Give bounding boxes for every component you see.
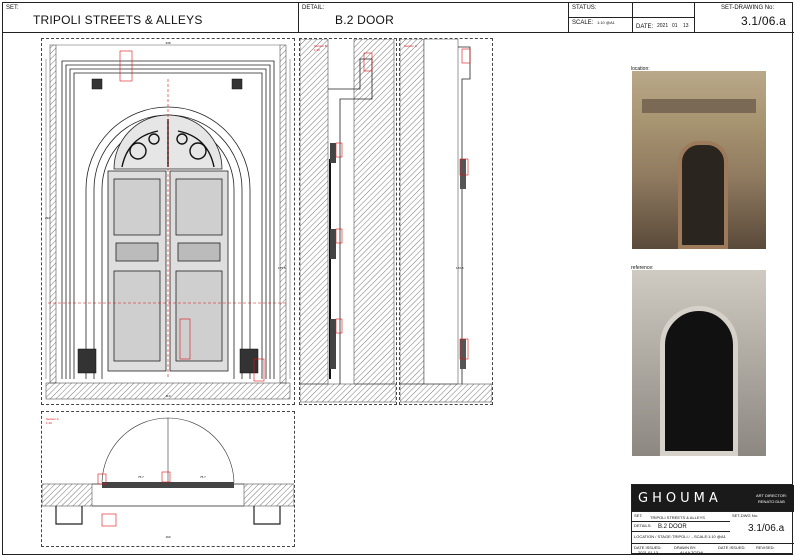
art-director-value: RENATO DIAB	[758, 499, 785, 504]
date-cell: DATE: 2021 01 13	[633, 18, 695, 33]
dim-right-height: 175.5	[278, 266, 286, 270]
date-month: 01	[672, 23, 678, 29]
section-a-panel: Section A 1:10 75.7 75.7 160	[41, 411, 295, 547]
status-label: STATUS:	[572, 5, 597, 11]
section-a-dim-bottom: 160	[165, 535, 170, 539]
logo-band: GHOUMA ART DIRECTOR: RENATO DIAB	[632, 485, 794, 511]
stamp-scale-value: 1:10 @A1	[708, 534, 726, 539]
drawing-cell: SET-DRAWING No: 3.1/06.a	[695, 3, 794, 33]
set-value: TRIPOLI STREETS & ALLEYS	[33, 13, 203, 27]
date-label: DATE:	[636, 24, 654, 30]
logo-wordmark: GHOUMA	[638, 491, 722, 506]
section-c-dim: 170.5	[456, 266, 464, 270]
location-photo	[632, 71, 766, 249]
detail-value: B.2 DOOR	[335, 13, 394, 27]
section-a-drawing: Section A 1:10 75.7 75.7 160	[41, 417, 295, 539]
date-year: 2021	[657, 23, 669, 29]
stamp-location-value: TRIPOLI / ...	[672, 534, 695, 539]
drawing-sheet: SET: TRIPOLI STREETS & ALLEYS DETAIL: B.…	[2, 2, 794, 555]
date-day: 13	[683, 23, 689, 29]
stamp-bottom-row: DATE ISSUED: 2021.01.13 DRAWN BY: ALAA T…	[632, 543, 794, 555]
reference-photo-door	[660, 306, 738, 456]
location-photo-balcony	[642, 99, 756, 113]
stamp-details-value: B.2 DOOR	[658, 524, 687, 530]
section-c-label: Section C	[404, 44, 418, 48]
stamp-location-label: LOCATION / STAGE:	[634, 534, 672, 539]
art-director-label: ART DIRECTOR:	[756, 493, 787, 498]
section-b-panel: Section B 1:10	[299, 38, 397, 405]
dimension-lines	[48, 50, 288, 382]
stamp-drawing-value: 3.1/06.a	[748, 523, 785, 534]
wall-right	[279, 44, 287, 384]
dim-left-height: 292	[45, 216, 50, 220]
stamp-set-value: TRIPOLI STREETS & ALLEYS	[650, 515, 705, 520]
scale-label: SCALE:	[572, 20, 594, 26]
drawing-label: SET-DRAWING No:	[721, 5, 775, 11]
front-elevation-panel: 338 292 175.5 110	[41, 38, 295, 405]
section-c-drawing: Section C 170.5	[399, 38, 493, 403]
set-label: SET:	[6, 5, 19, 11]
drawing-value: 3.1/06.a	[741, 14, 786, 28]
scale-value: 1:10 @A1	[597, 20, 615, 25]
stamp-dateissued-label: DATE ISSUED:	[718, 545, 746, 550]
dim-bottom-width: 110	[166, 394, 171, 398]
section-a-dim-right: 75.7	[200, 475, 206, 479]
stamp-details-row: DETAILS: B.2 DOOR	[632, 521, 730, 531]
stamp-drawn-value: ALAA TOTHI	[680, 550, 703, 555]
stamp-date-value: 2021.01.13	[638, 550, 659, 555]
detail-cell: DETAIL: B.2 DOOR	[299, 3, 569, 33]
status-blank	[633, 3, 695, 18]
stamp-set-row: SET: TRIPOLI STREETS & ALLEYS SET-DWG No…	[632, 511, 794, 521]
detail-label: DETAIL:	[302, 5, 325, 11]
stamp-scale-label: SCALE:	[694, 534, 709, 539]
section-b-drawing: Section B 1:10	[299, 38, 397, 403]
stamp-details-label: DETAILS:	[634, 523, 652, 528]
stamp-set-label: SET:	[634, 513, 643, 518]
dim-top-total: 338	[165, 41, 170, 45]
status-cell: STATUS:	[569, 3, 633, 18]
location-photo-doorway	[678, 141, 728, 249]
stamp-drawing-label: SET-DWG No:	[732, 513, 759, 518]
title-stamp: GHOUMA ART DIRECTOR: RENATO DIAB SET: TR…	[631, 484, 794, 555]
section-a-dim-left: 75.7	[138, 475, 144, 479]
wall-left	[49, 44, 57, 384]
reference-photo	[632, 270, 766, 456]
section-c-panel: Section C 170.5	[399, 38, 493, 405]
scale-cell: SCALE: 1:10 @A1	[569, 18, 633, 33]
front-elevation-drawing: 338 292 175.5 110	[45, 41, 291, 400]
section-a-scale: 1:10	[46, 421, 52, 425]
set-cell: SET: TRIPOLI STREETS & ALLEYS	[3, 3, 299, 33]
stamp-location-row: LOCATION / STAGE: TRIPOLI / ... SCALE: 1…	[632, 531, 730, 543]
section-b-scale: 1:10	[314, 48, 320, 52]
stamp-revised-label: REVISED:	[756, 545, 775, 550]
